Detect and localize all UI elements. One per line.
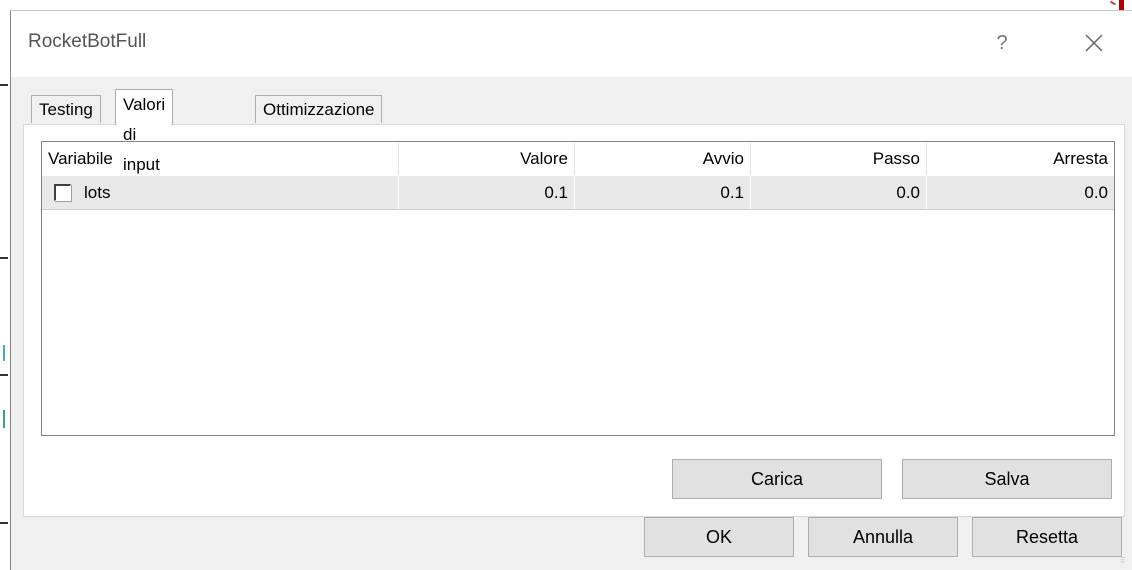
table-header: Variabile Valore Avvio Passo Arresta	[42, 142, 1114, 175]
row-checkbox[interactable]	[54, 184, 71, 201]
background-chart-edge	[0, 0, 10, 570]
column-header-arresta[interactable]: Arresta	[927, 142, 1114, 175]
cancel-button[interactable]: Annulla	[808, 517, 958, 557]
column-header-valore[interactable]: Valore	[399, 142, 575, 175]
window-title: RocketBotFull	[28, 31, 147, 52]
chart-tick	[0, 374, 8, 376]
title-bar[interactable]: RocketBotFull ?	[11, 11, 1132, 77]
tab-testing[interactable]: Testing	[31, 95, 101, 123]
background-chart-corner	[1106, 0, 1132, 12]
inputs-table[interactable]: Variabile Valore Avvio Passo Arresta lot…	[41, 141, 1115, 436]
chart-tick	[0, 84, 8, 86]
cell-arresta[interactable]: 0.0	[927, 176, 1114, 209]
help-icon[interactable]: ?	[979, 23, 1025, 63]
tab-valori-di-input[interactable]: Valori di input	[115, 89, 174, 174]
table-row[interactable]: lots 0.1 0.1 0.0 0.0	[42, 176, 1114, 210]
variable-name: lots	[84, 183, 111, 202]
ok-button[interactable]: OK	[644, 517, 794, 557]
cell-variabile: lots	[42, 176, 399, 209]
load-button[interactable]: Carica	[672, 459, 882, 499]
column-header-avvio[interactable]: Avvio	[575, 142, 751, 175]
cell-passo[interactable]: 0.0	[751, 176, 927, 209]
reset-button[interactable]: Resetta	[972, 517, 1122, 557]
column-header-passo[interactable]: Passo	[751, 142, 927, 175]
chart-line	[3, 410, 5, 428]
resize-grip-icon[interactable]: ⠿	[1120, 557, 1130, 568]
chart-tick	[0, 522, 8, 524]
tab-ottimizzazione[interactable]: Ottimizzazione	[255, 95, 383, 123]
column-header-variabile[interactable]: Variabile	[42, 142, 399, 175]
save-button[interactable]: Salva	[902, 459, 1112, 499]
close-icon[interactable]	[1071, 23, 1117, 63]
cell-valore[interactable]: 0.1	[399, 176, 575, 209]
dialog-window: RocketBotFull ? Testing Valori di input …	[10, 10, 1132, 570]
chart-tick	[0, 257, 8, 259]
tab-panel: Variabile Valore Avvio Passo Arresta lot…	[23, 124, 1125, 517]
cell-avvio[interactable]: 0.1	[575, 176, 751, 209]
chart-line	[3, 345, 5, 361]
